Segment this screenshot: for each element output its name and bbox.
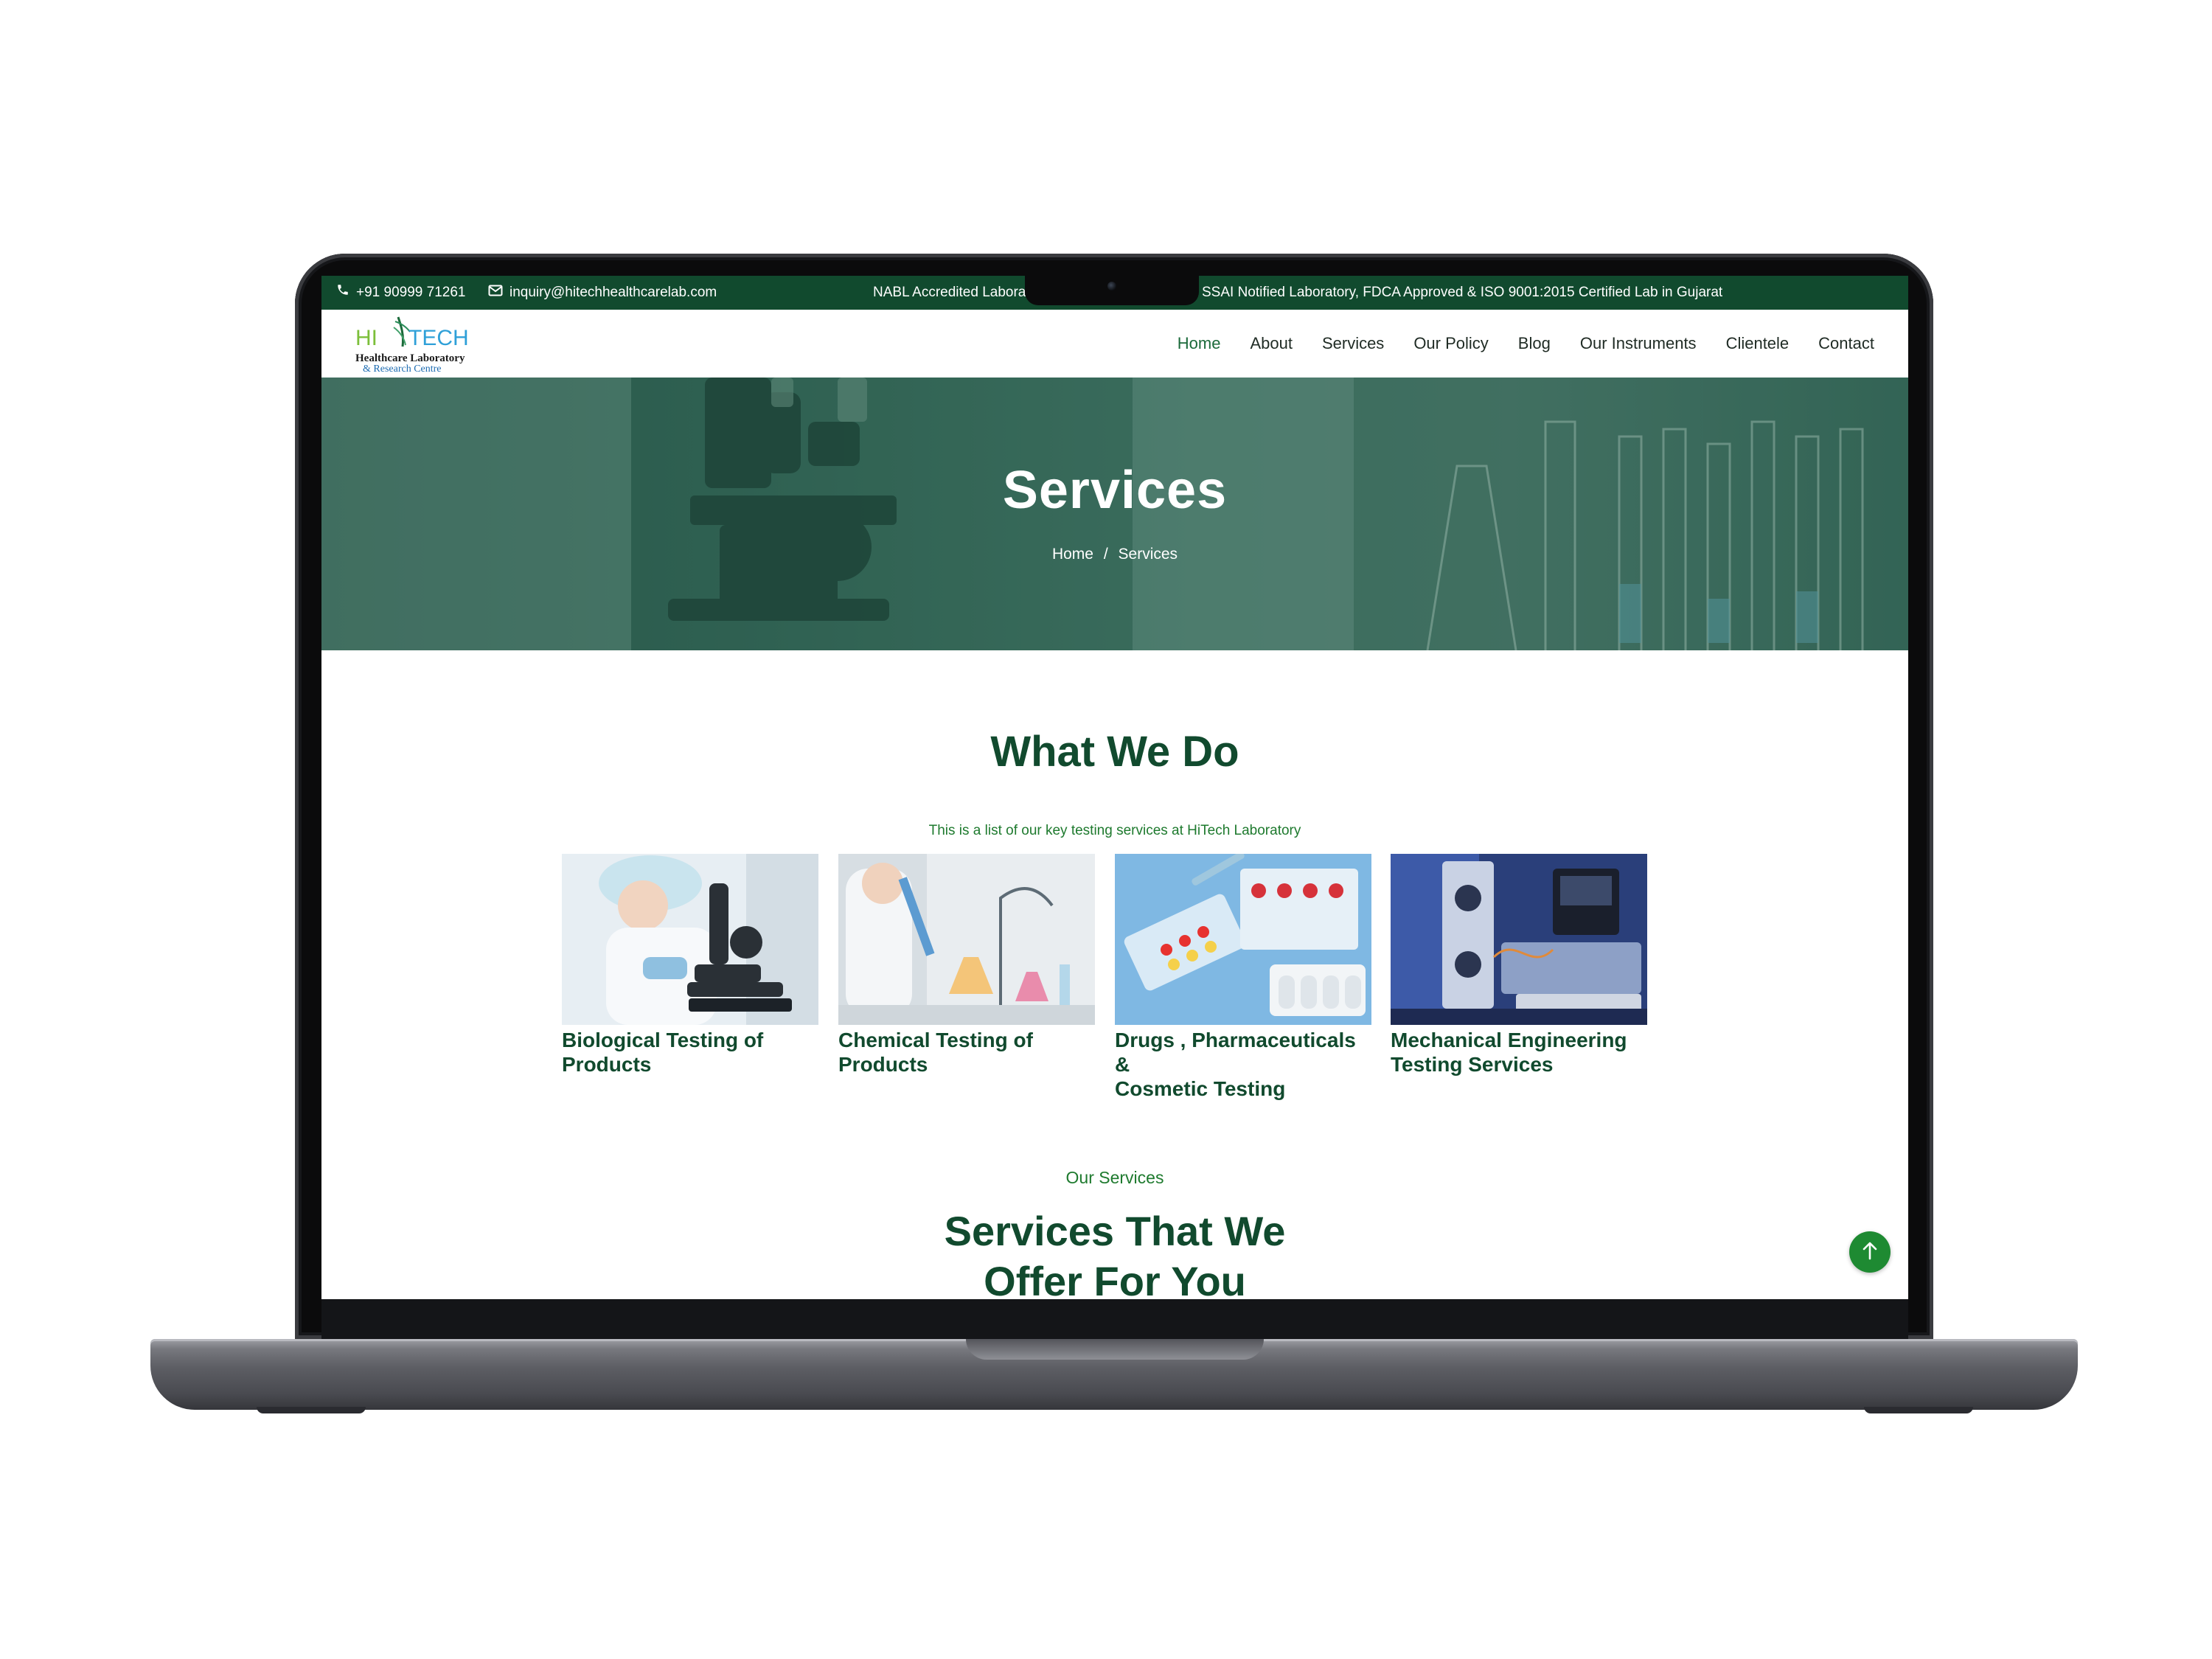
heading-line: Offer For You bbox=[984, 1258, 1246, 1299]
phone-icon bbox=[336, 276, 349, 310]
site-logo[interactable]: HI TECH Healthcare Laboratory & Research… bbox=[352, 313, 470, 375]
nav-about[interactable]: About bbox=[1235, 310, 1307, 378]
hero-banner: Services Home / Services bbox=[321, 378, 1908, 650]
svg-text:HI: HI bbox=[355, 326, 378, 350]
service-card-title: Drugs , Pharmaceuticals & Cosmetic Testi… bbox=[1115, 1028, 1371, 1101]
our-services-heading: Services That We Offer For You bbox=[321, 1206, 1908, 1299]
service-card-title: Mechanical Engineering Testing Services bbox=[1391, 1028, 1647, 1077]
service-card-biological[interactable]: Biological Testing of Products bbox=[562, 854, 818, 1077]
card-title-line: Products bbox=[562, 1053, 652, 1076]
topbar-email-address: inquiry@hitechhealthcarelab.com bbox=[509, 285, 717, 300]
mechanical-testing-image bbox=[1391, 854, 1647, 1025]
what-we-do-heading: What We Do bbox=[990, 728, 1239, 776]
topbar-ticker-left: NABL Accredited Labora bbox=[873, 285, 1026, 300]
biological-testing-image bbox=[562, 854, 818, 1025]
laptop-screen: +91 90999 71261 inquiry@hitechhealthcare… bbox=[321, 276, 1908, 1299]
card-title-line: Cosmetic Testing bbox=[1115, 1077, 1286, 1100]
breadcrumb: Home / Services bbox=[321, 546, 1908, 563]
service-card-title: Biological Testing of Products bbox=[562, 1028, 818, 1077]
nav-services[interactable]: Services bbox=[1307, 310, 1399, 378]
topbar-ticker-right: SSAI Notified Laboratory, FDCA Approved … bbox=[1202, 285, 1723, 300]
service-card-title: Chemical Testing of Products bbox=[838, 1028, 1095, 1077]
card-title-line: Biological Testing of bbox=[562, 1029, 764, 1051]
heading-line: Services That We bbox=[944, 1208, 1286, 1254]
service-card-drugs[interactable]: Drugs , Pharmaceuticals & Cosmetic Testi… bbox=[1115, 854, 1371, 1101]
topbar-phone[interactable]: +91 90999 71261 bbox=[336, 276, 465, 310]
service-card-mechanical[interactable]: Mechanical Engineering Testing Services bbox=[1391, 854, 1647, 1077]
page-title: Services bbox=[1002, 461, 1228, 520]
service-cards: Biological Testing of Products Chemical … bbox=[562, 854, 1668, 1100]
drugs-pharma-image bbox=[1115, 854, 1371, 1025]
camera-notch bbox=[1025, 276, 1199, 305]
webcam-icon bbox=[1107, 282, 1116, 291]
card-title-line: Mechanical Engineering bbox=[1391, 1029, 1627, 1051]
service-card-chemical[interactable]: Chemical Testing of Products bbox=[838, 854, 1095, 1077]
laptop-opening-groove bbox=[966, 1339, 1264, 1360]
our-services-kicker: Our Services bbox=[1065, 1168, 1164, 1187]
breadcrumb-home[interactable]: Home bbox=[1052, 546, 1093, 563]
nav-home[interactable]: Home bbox=[1163, 310, 1236, 378]
svg-text:& Research Centre: & Research Centre bbox=[363, 364, 442, 375]
topbar-email[interactable]: inquiry@hitechhealthcarelab.com bbox=[488, 276, 717, 310]
card-title-line: Testing Services bbox=[1391, 1053, 1554, 1076]
laptop-foot-right bbox=[1864, 1407, 1973, 1413]
what-we-do-subtitle: This is a list of our key testing servic… bbox=[928, 823, 1301, 838]
breadcrumb-separator: / bbox=[1103, 546, 1108, 563]
nav-clientele[interactable]: Clientele bbox=[1711, 310, 1804, 378]
nav-our-policy[interactable]: Our Policy bbox=[1399, 310, 1503, 378]
breadcrumb-current: Services bbox=[1118, 546, 1178, 563]
card-title-line: Products bbox=[838, 1053, 928, 1076]
laptop-base bbox=[150, 1339, 2078, 1410]
laptop-chin bbox=[321, 1299, 1908, 1339]
topbar-phone-number: +91 90999 71261 bbox=[356, 285, 466, 300]
scroll-to-top-button[interactable] bbox=[1849, 1231, 1891, 1273]
nav-contact[interactable]: Contact bbox=[1804, 310, 1889, 378]
chemical-testing-image bbox=[838, 854, 1095, 1025]
arrow-up-icon bbox=[1862, 1241, 1878, 1264]
svg-text:TECH: TECH bbox=[408, 326, 469, 350]
nav-blog[interactable]: Blog bbox=[1503, 310, 1565, 378]
card-title-line: Drugs , Pharmaceuticals & bbox=[1115, 1029, 1356, 1076]
laptop-foot-left bbox=[257, 1407, 366, 1413]
svg-text:Healthcare Laboratory: Healthcare Laboratory bbox=[355, 352, 465, 364]
envelope-icon bbox=[488, 276, 503, 310]
primary-nav: Home About Services Our Policy Blog Our … bbox=[1163, 310, 1889, 378]
main-navbar: HI TECH Healthcare Laboratory & Research… bbox=[321, 310, 1908, 378]
card-title-line: Chemical Testing of bbox=[838, 1029, 1033, 1051]
nav-our-instruments[interactable]: Our Instruments bbox=[1565, 310, 1711, 378]
